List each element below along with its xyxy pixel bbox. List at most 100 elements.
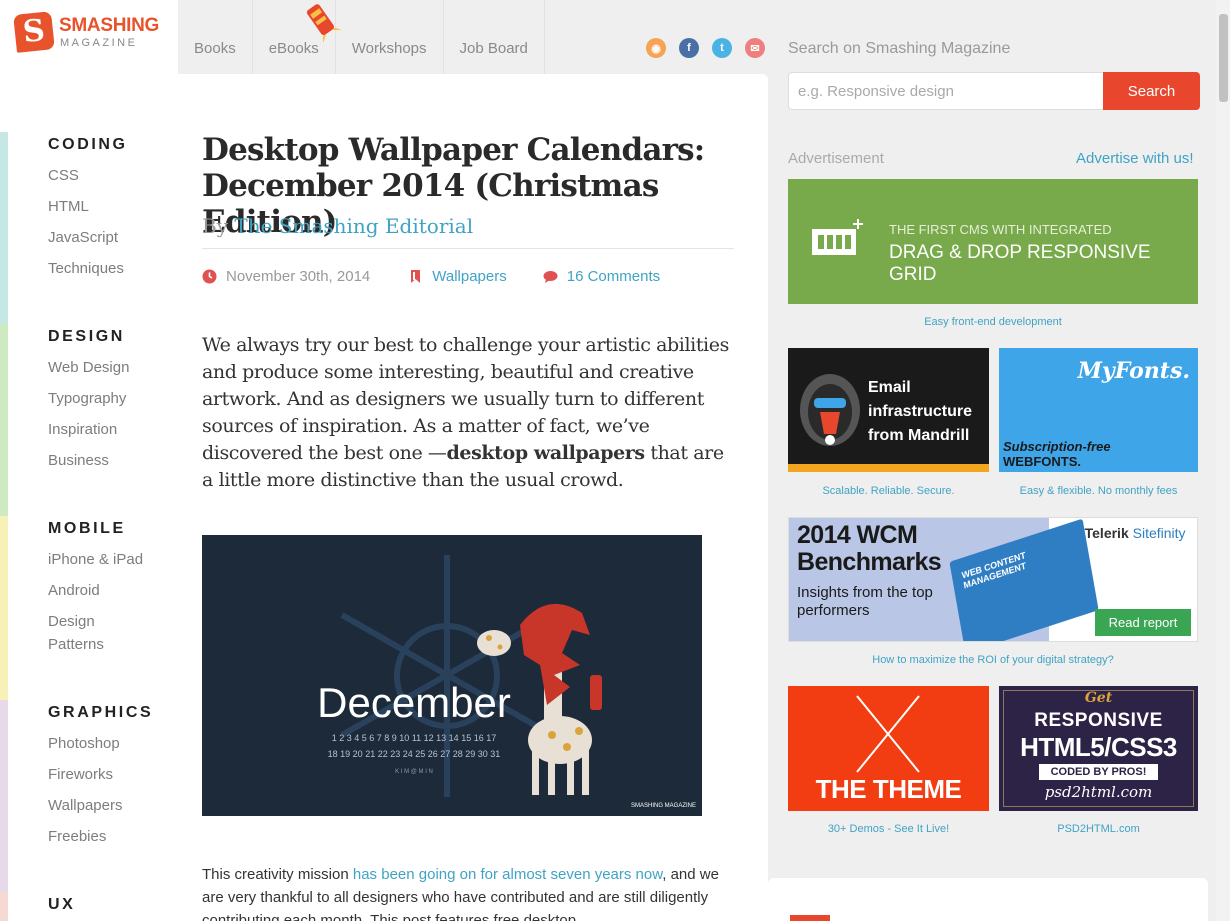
wallpaper-preview-image[interactable]: December 1 2 3 4 5 6 7 8 9 10 11 12 13 1…: [202, 535, 702, 816]
psd2html-ad-caption[interactable]: PSD2HTML.com: [999, 823, 1198, 835]
category-link[interactable]: Design Patterns: [48, 610, 118, 656]
mandrill-ad-caption[interactable]: Scalable. Reliable. Secure.: [788, 485, 989, 497]
myfonts-line-1: Subscription-free: [1003, 439, 1111, 454]
twitter-icon[interactable]: t: [712, 38, 732, 58]
search-button[interactable]: Search: [1103, 72, 1200, 110]
read-report-button[interactable]: Read report: [1095, 609, 1191, 636]
logo-name: SMASHING: [59, 15, 159, 36]
telerik-ad-caption[interactable]: How to maximize the ROI of your digital …: [788, 654, 1198, 666]
rss-icon[interactable]: ◉: [646, 38, 666, 58]
social-links: ◉ f t ✉: [646, 38, 765, 58]
lead-paragraph: We always try our best to challenge your…: [202, 332, 737, 494]
category-title[interactable]: UX: [48, 896, 75, 914]
category-sidebar: CODING CSS HTML JavaScript Techniques DESIGN W…: [0, 74, 178, 921]
telerik-ad-title: 2014 WCM Benchmarks: [797, 521, 942, 576]
advertise-link[interactable]: Advertise with us!: [1076, 150, 1194, 167]
comment-icon: [543, 271, 558, 283]
nav-books[interactable]: Books: [178, 0, 253, 74]
wallpaper-calendar-row-2: 18 19 20 21 22 23 24 25 26 27 28 29 30 3…: [328, 749, 501, 759]
theme-ad-text: THE THEME: [815, 774, 962, 804]
category-link[interactable]: Business: [48, 452, 129, 470]
sitefinity-brand: Sitefinity: [1132, 525, 1186, 541]
next-sidebar-card: [768, 878, 1208, 921]
body-text-1: This creativity mission: [202, 866, 353, 883]
site-logo[interactable]: S SMASHING MAGAZINE: [0, 0, 178, 74]
cms-ad-line-2: DRAG & DROP RESPONSIVE GRID: [889, 242, 1151, 285]
nav-job-board[interactable]: Job Board: [444, 0, 545, 74]
cms-ad[interactable]: THE FIRST CMS WITH INTEGRATED DRAG & DRO…: [788, 179, 1198, 304]
category-link[interactable]: HTML: [48, 198, 128, 216]
telerik-logo: ✦ Telerik Sitefinity: [1069, 525, 1186, 541]
category-coding: CODING CSS HTML JavaScript Techniques: [48, 136, 128, 291]
category-link[interactable]: Fireworks: [48, 766, 153, 784]
wallpaper-calendar-row-1: 1 2 3 4 5 6 7 8 9 10 11 12 13 14 15 16 1…: [332, 733, 496, 743]
category-graphics: GRAPHICS Photoshop Fireworks Wallpapers Free…: [48, 704, 153, 859]
theme-x-icon: [856, 695, 920, 773]
category-link[interactable]: iPhone & iPad: [48, 551, 143, 569]
byline-prefix: By: [202, 214, 228, 238]
psd-line-1: RESPONSIVE: [1034, 710, 1163, 731]
wallpaper-month: December: [317, 679, 511, 726]
cms-ad-line-1: THE FIRST CMS WITH INTEGRATED: [889, 222, 1112, 237]
newsletter-icon[interactable]: ✉: [745, 38, 765, 58]
ebook-rocket-icon: [306, 4, 342, 42]
myfonts-logo: MyFonts.: [1077, 358, 1190, 384]
category-link[interactable]: Photoshop: [48, 735, 153, 753]
category-title[interactable]: CODING: [48, 136, 128, 154]
category-link[interactable]: Freebies: [48, 828, 153, 846]
telerik-ad-subtitle: Insights from the top performers: [797, 584, 933, 619]
author-link[interactable]: The Smashing Editorial: [234, 214, 473, 238]
category-link[interactable]: Android: [48, 582, 143, 600]
mandrill-ad-text: Email infrastructure from Mandrill: [868, 379, 973, 444]
category-color-strip: [0, 132, 8, 324]
wallpaper-illustration: December 1 2 3 4 5 6 7 8 9 10 11 12 13 1…: [317, 555, 696, 809]
category-link[interactable]: Techniques: [48, 260, 128, 278]
page-scrollbar[interactable]: [1216, 0, 1230, 921]
category-color-strip: [0, 324, 8, 516]
the-theme-ad[interactable]: THE THEME: [788, 686, 989, 811]
psd2html-ad[interactable]: Get RESPONSIVE HTML5/CSS3 CODED BY PROS!…: [999, 686, 1198, 811]
telerik-ad[interactable]: 2014 WCM Benchmarks Insights from the to…: [788, 517, 1198, 642]
cms-ad-caption[interactable]: Easy front-end development: [788, 316, 1198, 328]
clock-icon: [202, 269, 217, 284]
bookmark-icon: [411, 270, 421, 283]
category-link[interactable]: Web Design: [48, 359, 129, 377]
category-link[interactable]: Wallpapers: [48, 797, 153, 815]
mandrill-ad[interactable]: Email infrastructure from Mandrill: [788, 348, 989, 472]
history-link[interactable]: has been going on for almost seven years…: [353, 866, 662, 883]
grid-drag-icon: [812, 219, 863, 255]
theme-ad-caption[interactable]: 30+ Demos - See It Live!: [788, 823, 989, 835]
search-input[interactable]: [788, 72, 1104, 110]
wallpaper-credit: K I M @ M I N: [395, 769, 433, 775]
category-link[interactable]: Typography: [48, 390, 129, 408]
advertisement-label: Advertisement: [788, 150, 884, 167]
top-navigation: Books eBooks Workshops Job Board: [178, 0, 545, 74]
category-ux: UX: [48, 896, 75, 921]
myfonts-line-2: WEBFONTS.: [1003, 454, 1081, 469]
logo-sub: MAGAZINE: [60, 37, 138, 49]
category-color-strip: [0, 892, 8, 921]
search-label: Search on Smashing Magazine: [788, 40, 1011, 57]
category-link[interactable]: JavaScript: [48, 229, 128, 247]
psd-line-3: CODED BY PROS!: [1039, 764, 1158, 780]
wallpaper-brand: SMASHING MAGAZINE: [631, 803, 696, 809]
byline: By The Smashing Editorial: [202, 214, 473, 238]
myfonts-ad[interactable]: MyFonts. Subscription-free WEBFONTS.: [999, 348, 1198, 472]
scrollbar-thumb[interactable]: [1219, 14, 1228, 102]
category-title[interactable]: DESIGN: [48, 328, 129, 346]
myfonts-ad-caption[interactable]: Easy & flexible. No monthly fees: [999, 485, 1198, 497]
lead-bold: desktop wallpapers: [446, 442, 646, 464]
nav-workshops[interactable]: Workshops: [336, 0, 444, 74]
category-design: DESIGN Web Design Typography Inspiration Bus…: [48, 328, 129, 483]
mandrill-logo-icon: [800, 374, 860, 446]
body-paragraph: This creativity mission has been going o…: [202, 863, 732, 921]
category-title[interactable]: GRAPHICS: [48, 704, 153, 722]
category-title[interactable]: MOBILE: [48, 520, 143, 538]
comments-link[interactable]: 16 Comments: [567, 268, 660, 285]
category-link[interactable]: Wallpapers: [432, 268, 506, 285]
category-link[interactable]: Inspiration: [48, 421, 129, 439]
category-color-strip: [0, 700, 8, 892]
facebook-icon[interactable]: f: [679, 38, 699, 58]
category-link[interactable]: CSS: [48, 167, 128, 185]
category-color-strip: [0, 516, 8, 700]
